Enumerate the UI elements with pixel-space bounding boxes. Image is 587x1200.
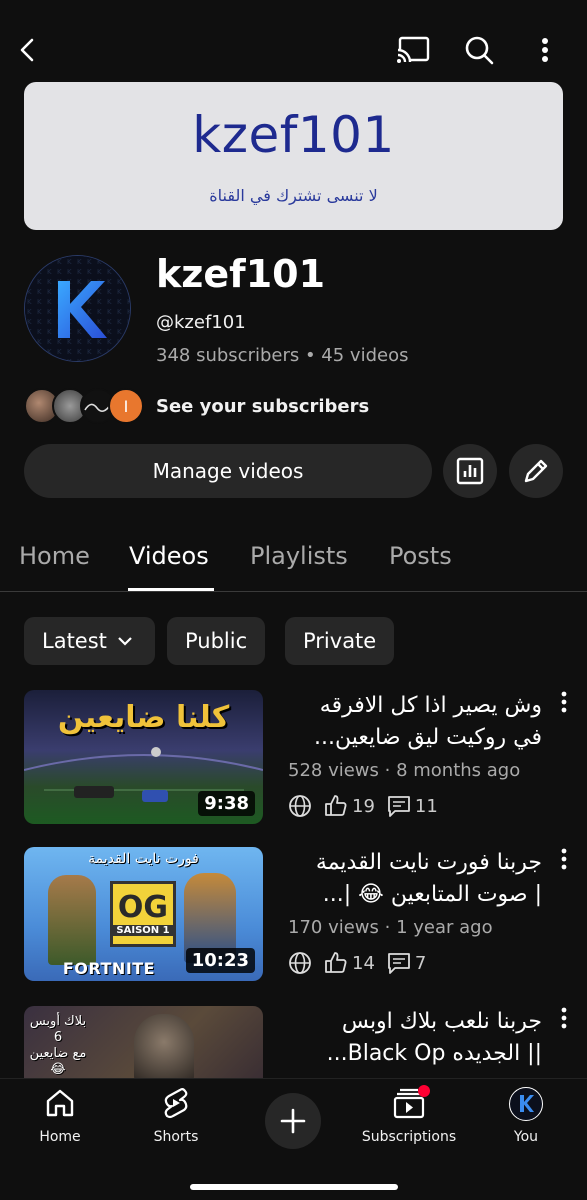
like-count: 19 — [324, 794, 375, 818]
plus-icon — [280, 1108, 306, 1134]
search-icon[interactable] — [459, 30, 499, 70]
video-title[interactable]: جربنا فورت نايت القديمة | صوت المتابعين … — [288, 847, 542, 911]
nav-home-label: Home — [39, 1129, 81, 1145]
subscriber-avatar-letter: I — [123, 396, 129, 416]
season-text: SAISON 1 — [113, 925, 173, 936]
banner-subtitle: لا تنسى تشترك في القناة — [209, 186, 378, 205]
comment-icon — [388, 953, 410, 974]
comment-icon — [388, 796, 410, 817]
analytics-icon — [456, 457, 484, 485]
see-subscribers-label: See your subscribers — [156, 396, 370, 417]
cast-icon[interactable] — [393, 30, 433, 70]
create-button[interactable] — [265, 1093, 321, 1149]
nav-subscriptions[interactable]: Subscriptions — [359, 1085, 459, 1145]
globe-icon — [289, 795, 311, 817]
channel-tabs: Home Videos Playlists Posts — [0, 530, 587, 592]
thumbnail-top-text: فورت نايت القديمة — [88, 851, 199, 867]
video-title[interactable]: وش يصير اذا كل الافرقه في روكيت ليق ضايع… — [288, 690, 542, 754]
video-more-icon[interactable] — [552, 1006, 576, 1030]
video-stats: 19 11 — [288, 793, 450, 819]
comment-count: 11 — [387, 794, 438, 818]
tab-home[interactable]: Home — [19, 542, 90, 570]
video-thumbnail[interactable]: كلنا ضايعين 9:38 — [24, 690, 263, 824]
more-vert-icon[interactable] — [525, 30, 565, 70]
comment-count-value: 7 — [414, 952, 427, 974]
video-duration: 10:23 — [185, 948, 255, 973]
video-stats: 14 7 — [288, 950, 438, 976]
tab-posts[interactable]: Posts — [389, 542, 452, 570]
notification-dot — [418, 1085, 430, 1097]
thumbnail-soldier — [134, 1014, 194, 1078]
banner-title: kzef101 — [192, 106, 395, 164]
thumbnail-character — [48, 875, 96, 965]
analytics-button[interactable] — [443, 444, 497, 498]
chevron-down-icon — [118, 637, 132, 646]
like-count-value: 14 — [352, 952, 375, 974]
channel-banner: kzef101 لا تنسى تشترك في القناة — [24, 82, 563, 230]
sort-latest-chip[interactable]: Latest — [24, 617, 155, 665]
fortnite-logo-text: FORTNITE — [62, 959, 156, 978]
video-more-icon[interactable] — [552, 847, 576, 871]
pencil-icon — [524, 459, 548, 483]
manage-videos-button[interactable]: Manage videos — [24, 444, 432, 498]
video-item[interactable]: بلاك أوبس 6 مع ضايعين 😂 جربنا نلعب بلاك … — [24, 1006, 587, 1078]
like-count: 14 — [324, 951, 375, 975]
thumbnail-text: بلاك أوبس 6 مع ضايعين 😂 — [29, 1014, 87, 1077]
bottom-navigation: Home Shorts Subscriptions You — [0, 1078, 587, 1200]
channel-avatar[interactable]: K — [24, 255, 131, 362]
home-indicator — [190, 1184, 398, 1190]
video-duration: 9:38 — [198, 791, 255, 816]
tab-playlists[interactable]: Playlists — [250, 542, 348, 570]
thumbs-up-icon — [325, 795, 347, 816]
video-meta: 170 views · 1 year ago — [288, 917, 493, 938]
channel-name: kzef101 — [156, 252, 326, 296]
see-subscribers-row[interactable]: I See your subscribers — [24, 388, 564, 426]
nav-shorts[interactable]: Shorts — [126, 1087, 226, 1145]
comment-count-value: 11 — [414, 795, 438, 817]
video-title[interactable]: جربنا نلعب بلاك اوبس || الجديده Black Op… — [288, 1006, 542, 1070]
subscriber-avatar: I — [108, 388, 144, 424]
like-count-value: 19 — [352, 795, 375, 817]
video-thumbnail[interactable]: بلاك أوبس 6 مع ضايعين 😂 — [24, 1006, 263, 1078]
sort-latest-label: Latest — [42, 629, 107, 653]
og-badge: OG SAISON 1 — [110, 881, 176, 947]
thumbs-up-icon — [325, 952, 347, 973]
video-thumbnail[interactable]: فورت نايت القديمة OG SAISON 1 FORTNITE 1… — [24, 847, 263, 981]
nav-subscriptions-label: Subscriptions — [361, 1129, 457, 1145]
og-text: OG — [117, 890, 169, 925]
tab-videos[interactable]: Videos — [129, 542, 209, 570]
channel-handle: @kzef101 — [156, 312, 246, 333]
private-filter-chip[interactable]: Private — [285, 617, 395, 665]
home-icon — [46, 1089, 74, 1117]
visibility-public — [288, 951, 312, 975]
visibility-public — [288, 794, 312, 818]
video-item[interactable]: كلنا ضايعين 9:38 وش يصير اذا كل الافرقه … — [24, 690, 587, 826]
channel-stats: 348 subscribers • 45 videos — [156, 345, 409, 366]
comment-count: 7 — [387, 951, 426, 975]
nav-home[interactable]: Home — [10, 1087, 110, 1145]
thumbnail-text: كلنا ضايعين — [57, 700, 230, 735]
top-bar — [0, 22, 587, 78]
nav-you-label: You — [513, 1129, 539, 1145]
globe-icon — [289, 952, 311, 974]
video-more-icon[interactable] — [552, 690, 576, 714]
you-avatar — [509, 1087, 543, 1121]
video-meta: 528 views · 8 months ago — [288, 760, 521, 781]
active-tab-indicator — [128, 588, 214, 591]
nav-you[interactable]: You — [476, 1087, 576, 1145]
public-filter-chip[interactable]: Public — [167, 617, 266, 665]
shorts-icon — [164, 1088, 188, 1119]
video-item[interactable]: فورت نايت القديمة OG SAISON 1 FORTNITE 1… — [24, 847, 587, 983]
nav-shorts-label: Shorts — [153, 1129, 199, 1145]
back-arrow-icon[interactable] — [8, 30, 48, 70]
edit-channel-button[interactable] — [509, 444, 563, 498]
